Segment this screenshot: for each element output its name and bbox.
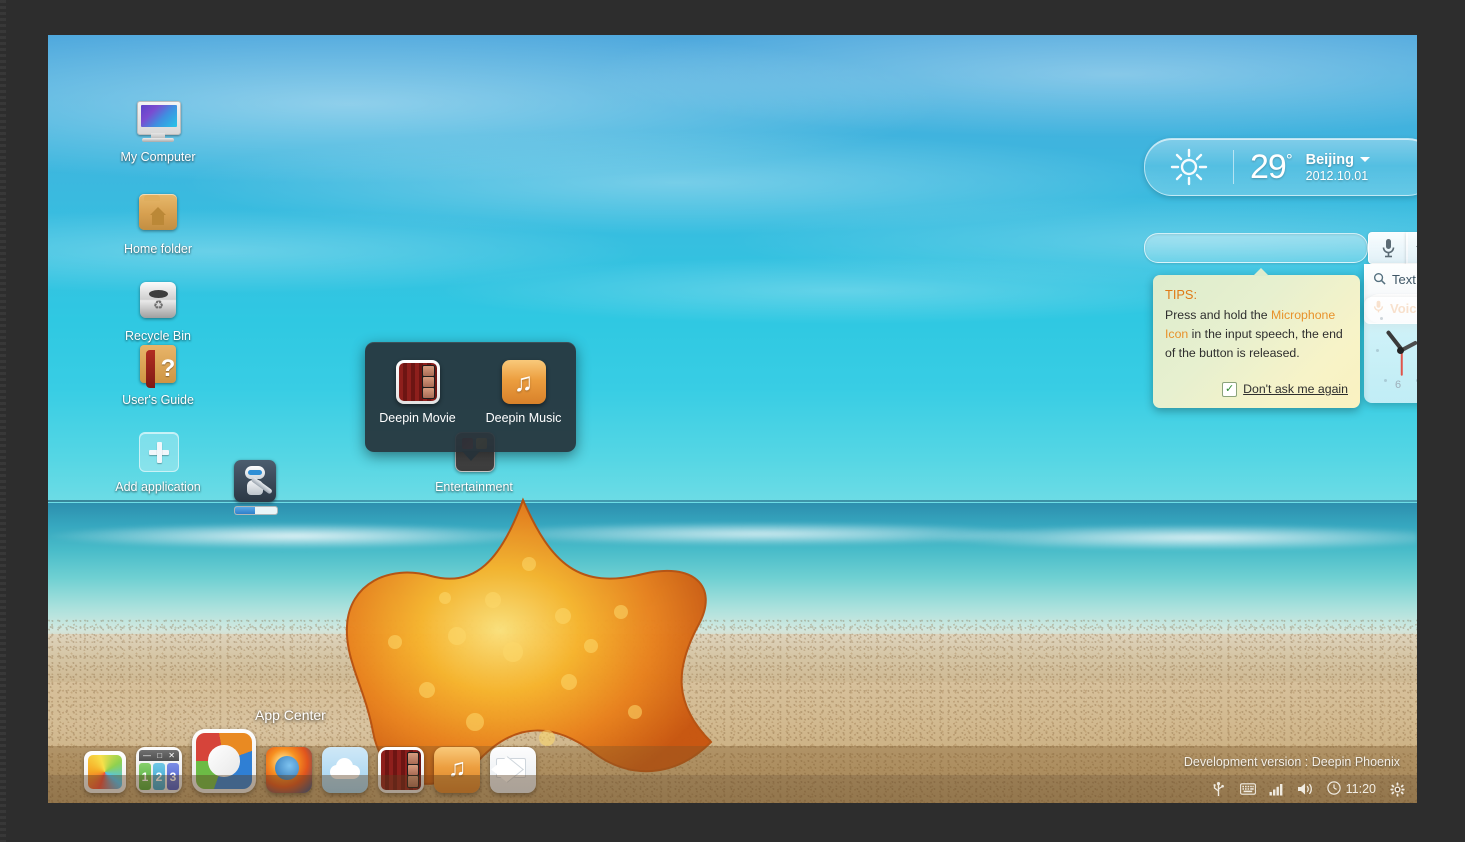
keyboard-icon[interactable] (1239, 781, 1256, 797)
clock-center-pin (1396, 346, 1404, 354)
desktop[interactable]: My Computer Home folder ♻ Recycle Bin ? … (48, 35, 1417, 803)
desktop-icon-home-folder[interactable]: Home folder (99, 189, 217, 256)
weather-city-row[interactable]: Beijing (1306, 152, 1370, 168)
taskbar-time: 11:20 (1345, 782, 1376, 796)
movie-icon (395, 360, 440, 404)
weather-city: Beijing (1305, 151, 1354, 168)
desktop-icon-my-computer[interactable]: My Computer (99, 97, 217, 164)
tips-line1-a: Press and hold the (1165, 308, 1271, 322)
install-progress-bar (234, 506, 278, 515)
book-question-icon: ? (134, 340, 182, 388)
screenshot-frame: My Computer Home folder ♻ Recycle Bin ? … (0, 0, 1465, 842)
tips-arrow (1253, 268, 1269, 276)
chevron-down-icon (1416, 245, 1417, 251)
tips-title: TIPS: (1165, 287, 1197, 302)
clock-hour-6: 6 (1395, 379, 1402, 391)
taskbar[interactable]: 11:20 (48, 775, 1417, 803)
wallpaper-foam (48, 522, 1417, 549)
desktop-icon-recycle-bin[interactable]: ♻ Recycle Bin (99, 276, 217, 343)
development-watermark: Development version : Deepin Phoenix (1183, 755, 1400, 769)
clock-face: 3 6 (1364, 297, 1417, 403)
popup-item-label: Deepin Movie (379, 411, 456, 425)
desktop-icon-label: My Computer (120, 150, 196, 164)
weather-date: 2012.10.01 (1305, 168, 1369, 183)
search-icon (1373, 272, 1386, 288)
system-tray[interactable]: 11:20 (1211, 780, 1405, 798)
dock-tooltip: App Center (255, 707, 326, 723)
signal-icon[interactable] (1269, 781, 1285, 797)
ruler-strip (0, 0, 6, 842)
usb-icon[interactable] (1211, 781, 1227, 797)
entertainment-folder-popup[interactable]: Deepin Movie ♫ Deepin Music (365, 342, 576, 461)
search-input-wrapper[interactable] (1144, 233, 1368, 263)
taskbar-clock[interactable]: 11:20 (1326, 780, 1376, 798)
plus-icon (134, 427, 182, 475)
recycle-bin-icon: ♻ (134, 276, 182, 324)
desktop-icon-users-guide[interactable]: ? User's Guide (99, 340, 217, 407)
tips-bubble: TIPS: Press and hold the Microphone Icon… (1153, 268, 1360, 408)
installing-app[interactable] (234, 460, 278, 515)
popup-arrow (461, 451, 480, 461)
search-input[interactable] (1145, 234, 1367, 262)
microphone-dropdown-button[interactable] (1406, 232, 1417, 264)
folder-home-icon (134, 189, 182, 237)
weather-widget[interactable]: 29° Beijing 2012.10.01 (1144, 138, 1417, 196)
workspaces-titlebar: — □ ✕ (139, 750, 179, 761)
sun-icon (1145, 147, 1233, 187)
temperature-value: 29 (1250, 147, 1287, 186)
tips-line1-highlight: Microphone (1270, 308, 1336, 322)
dont-ask-again-row[interactable]: ✓ Don't ask me again (1153, 380, 1348, 399)
weather-temperature: 29° (1234, 147, 1293, 187)
mode-item-text[interactable]: Text (1365, 265, 1417, 294)
tips-line2-b: in the input speech, the end (1188, 327, 1343, 341)
microphone-icon[interactable] (1368, 232, 1408, 264)
tips-line2-highlight: Icon (1165, 327, 1189, 341)
desktop-icon-label: User's Guide (122, 393, 194, 407)
chevron-down-icon[interactable] (1359, 157, 1370, 162)
dont-ask-again-checkbox[interactable]: ✓ (1222, 382, 1238, 397)
desktop-icon-add-application[interactable]: Add application (99, 427, 217, 494)
dont-ask-again-label[interactable]: Don't ask me again (1243, 380, 1348, 399)
clock-widget[interactable]: 3 6 (1364, 297, 1417, 403)
music-note-icon: ♫ (501, 360, 546, 404)
gear-icon[interactable] (1389, 781, 1405, 797)
popup-item-label: Deepin Music (485, 411, 562, 425)
popup-item-deepin-movie[interactable]: Deepin Movie (374, 360, 462, 425)
desktop-icon-label: Add application (115, 480, 201, 494)
volume-icon[interactable] (1298, 781, 1314, 797)
computer-icon (134, 97, 182, 145)
popup-item-deepin-music[interactable]: ♫ Deepin Music (480, 360, 568, 425)
desktop-icon-label: Entertainment (435, 480, 513, 494)
desktop-icon-label: Home folder (123, 242, 193, 256)
mode-item-label: Text (1392, 272, 1416, 287)
robot-icon (234, 460, 276, 502)
clock-icon (1326, 780, 1341, 798)
tips-body: Press and hold the Microphone Icon in th… (1165, 306, 1348, 363)
tips-line3: of the button is released. (1165, 346, 1300, 360)
